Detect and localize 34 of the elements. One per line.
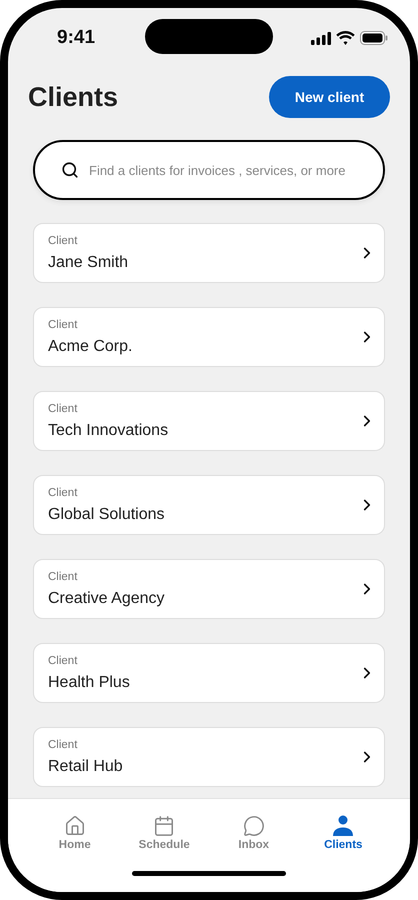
client-name: Tech Innovations [48, 422, 168, 440]
chat-bubble-icon [242, 815, 265, 837]
home-icon [64, 815, 86, 837]
client-label: Client [48, 234, 78, 246]
client-label: Client [48, 738, 78, 750]
search-icon [61, 161, 79, 179]
status-time: 9:41 [57, 27, 96, 49]
client-label: Client [48, 318, 78, 330]
client-label: Client [48, 570, 78, 582]
signal-icon [311, 32, 331, 44]
client-name: Global Solutions [48, 506, 165, 524]
search-field[interactable]: Find a clients for invoices , services, or more [33, 140, 385, 200]
client-card[interactable]: Client Tech Innovations [33, 391, 385, 451]
wifi-icon [336, 31, 355, 45]
client-name: Creative Agency [48, 590, 165, 608]
calendar-icon [153, 815, 176, 837]
client-label: Client [48, 486, 78, 498]
client-name: Retail Hub [48, 758, 123, 776]
client-card[interactable]: Client Creative Agency [33, 559, 385, 619]
client-name: Health Plus [48, 674, 130, 692]
client-card[interactable]: Client Global Solutions [33, 475, 385, 535]
client-card[interactable]: Client Health Plus [33, 643, 385, 703]
battery-icon [360, 31, 388, 45]
client-card[interactable]: Client Retail Hub [33, 727, 385, 787]
client-label: Client [48, 402, 78, 414]
client-label: Client [48, 654, 78, 666]
client-name: Acme Corp. [48, 338, 132, 356]
new-client-button[interactable]: New client [269, 76, 390, 118]
person-icon [331, 815, 356, 837]
tab-item[interactable]: Clients [303, 815, 384, 851]
client-card[interactable]: Client Jane Smith [33, 223, 385, 283]
client-card[interactable]: Client Acme Corp. [33, 307, 385, 367]
client-name: Jane Smith [48, 254, 128, 272]
page-title: Clients [28, 82, 118, 112]
